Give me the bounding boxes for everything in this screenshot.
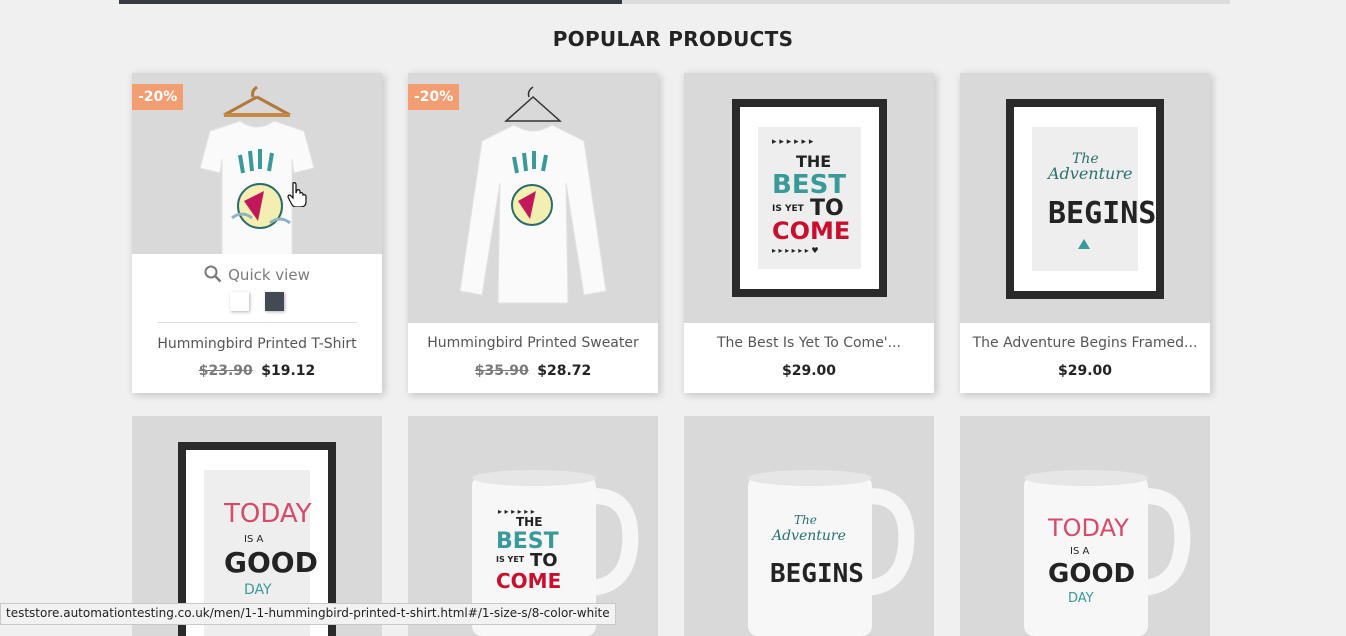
color-swatch-white[interactable] xyxy=(230,292,249,311)
product-card-sweater[interactable]: -20% Hummingbird Printed Sweater $35.90 … xyxy=(408,73,658,393)
art-line-5: COME xyxy=(772,217,850,245)
regular-price: $35.90 xyxy=(474,363,529,379)
art-line-1: TODAY xyxy=(223,499,312,529)
mug-adventure-image: The Adventure BEGINS xyxy=(748,470,915,636)
current-price: $28.72 xyxy=(537,363,592,379)
poster-best-image: ▸ ▸ ▸ ▸ ▸ ▸ THE BEST IS YET TO COME ▸ ▸ … xyxy=(732,99,887,297)
product-hover-panel: Quick view Hummingbird Printed T-Shirt $… xyxy=(132,254,382,392)
price-block: $29.00 xyxy=(960,363,1210,379)
discount-flag: -20% xyxy=(408,84,460,110)
product-card-tshirt[interactable]: -20% Quick view Hummingbird Printed T-Sh… xyxy=(132,73,382,393)
product-name[interactable]: Hummingbird Printed Sweater xyxy=(408,335,658,351)
art-line-2: IS A xyxy=(1070,546,1089,557)
hand-cursor-icon xyxy=(287,182,307,207)
art-line-3: BEGINS xyxy=(770,559,864,589)
color-swatch-black[interactable] xyxy=(265,292,284,311)
art-line-3: BEGINS xyxy=(1048,196,1156,231)
current-price: $29.00 xyxy=(781,363,837,379)
art-line-1: THE xyxy=(516,515,542,529)
product-name[interactable]: The Adventure Begins Framed... xyxy=(960,335,1210,351)
browser-status-bar: teststore.automationtesting.co.uk/men/1-… xyxy=(0,603,616,625)
art-line-1: THE xyxy=(796,152,831,171)
quick-view-button[interactable]: Quick view xyxy=(132,265,382,284)
product-name[interactable]: The Best Is Yet To Come'... xyxy=(684,335,934,351)
product-name[interactable]: Hummingbird Printed T-Shirt xyxy=(132,336,382,352)
art-line-2: IS A xyxy=(244,534,263,545)
discount-flag: -20% xyxy=(132,84,184,110)
art-line-2: Adventure xyxy=(770,528,846,544)
product-thumbnail-today-mug[interactable]: TODAY IS A GOOD DAY xyxy=(960,416,1210,636)
poster-adventure-image: The Adventure BEGINS xyxy=(1006,99,1164,299)
quick-view-label: Quick view xyxy=(228,266,310,284)
art-line-4: DAY xyxy=(1068,591,1094,606)
product-thumbnail[interactable]: The Adventure BEGINS xyxy=(960,73,1210,323)
art-line-1: TODAY xyxy=(1047,514,1129,542)
regular-price: $23.90 xyxy=(198,363,253,379)
product-thumbnail-adventure-mug[interactable]: The Adventure BEGINS xyxy=(684,416,934,636)
product-card-best-poster[interactable]: ▸ ▸ ▸ ▸ ▸ ▸ THE BEST IS YET TO COME ▸ ▸ … xyxy=(684,73,934,393)
svg-text:▸ ▸ ▸ ▸ ▸ ▸: ▸ ▸ ▸ ▸ ▸ ▸ xyxy=(772,137,814,147)
divider xyxy=(157,322,357,323)
art-line-4: TO xyxy=(530,550,558,571)
product-card-adventure-poster[interactable]: The Adventure BEGINS The Adventure Begin… xyxy=(960,73,1210,393)
art-line-3: GOOD xyxy=(1048,559,1135,589)
art-line-2: Adventure xyxy=(1046,164,1132,183)
art-line-3: IS YET xyxy=(496,555,525,564)
product-thumbnail[interactable]: -20% xyxy=(408,73,658,323)
svg-text:▸ ▸ ▸ ▸ ▸ ▸ ♥: ▸ ▸ ▸ ▸ ▸ ▸ ♥ xyxy=(772,246,819,255)
art-line-1: The xyxy=(794,513,817,527)
mug-today-image: TODAY IS A GOOD DAY xyxy=(1024,470,1191,636)
hero-slider-bottom xyxy=(119,0,1230,4)
price-block: $35.90 $28.72 xyxy=(408,363,658,379)
search-icon xyxy=(204,265,222,283)
product-description: The Adventure Begins Framed... $29.00 xyxy=(960,323,1210,393)
section-title: POPULAR PRODUCTS xyxy=(552,27,794,51)
slider-progress xyxy=(119,0,622,4)
price-block: $29.00 xyxy=(684,363,934,379)
product-description: The Best Is Yet To Come'... $29.00 xyxy=(684,323,934,393)
product-description: Hummingbird Printed Sweater $35.90 $28.7… xyxy=(408,323,658,393)
art-line-3: IS YET xyxy=(772,204,805,214)
art-line-5: COME xyxy=(496,569,561,593)
current-price: $19.12 xyxy=(261,363,316,379)
art-line-3: GOOD xyxy=(224,546,318,579)
sweater-image xyxy=(459,86,607,304)
current-price: $29.00 xyxy=(1057,363,1113,379)
art-line-4: DAY xyxy=(244,582,272,598)
price-block: $23.90 $19.12 xyxy=(132,363,382,379)
product-thumbnail[interactable]: ▸ ▸ ▸ ▸ ▸ ▸ THE BEST IS YET TO COME ▸ ▸ … xyxy=(684,73,934,323)
